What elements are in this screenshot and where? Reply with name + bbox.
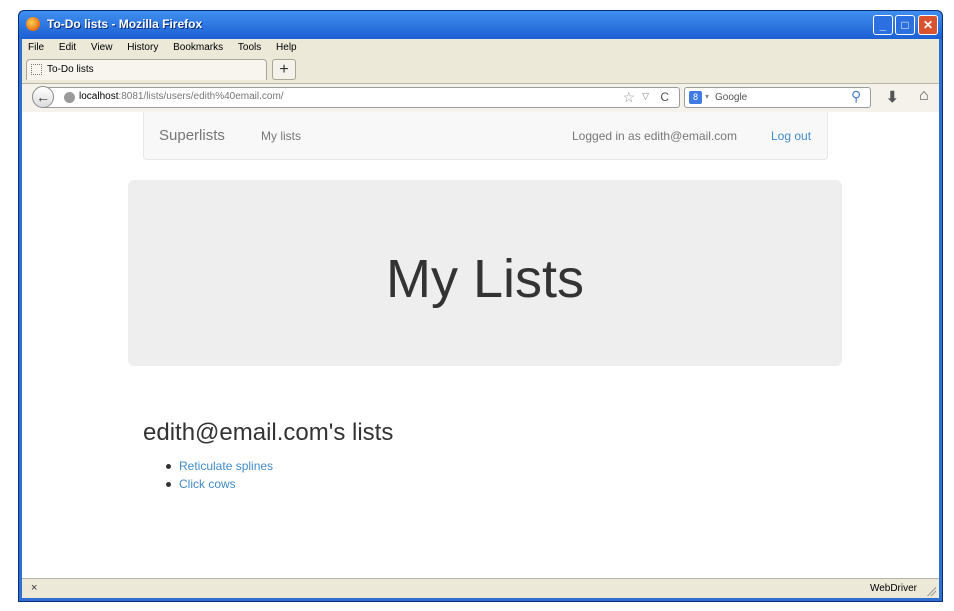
page-title: My Lists <box>385 249 585 309</box>
menu-history[interactable]: History <box>127 39 158 56</box>
bookmark-star-icon[interactable]: ☆ <box>622 89 635 106</box>
navigation-toolbar: localhost:8081/lists/users/edith%40email… <box>22 83 939 113</box>
search-engine-dropdown-icon[interactable]: ▾ <box>705 92 709 101</box>
search-bar[interactable]: 8 ▾ Google <box>684 87 871 108</box>
lists-list: Reticulate splines Click cows <box>166 457 273 493</box>
url-host: localhost <box>79 91 119 102</box>
menu-tools[interactable]: Tools <box>238 39 261 56</box>
list-item-link[interactable]: Click cows <box>166 475 273 493</box>
url-bar[interactable]: localhost:8081/lists/users/edith%40email… <box>44 87 680 108</box>
logged-in-text: Logged in as edith@email.com <box>572 129 737 143</box>
menu-view[interactable]: View <box>91 39 113 56</box>
firefox-icon <box>26 17 40 31</box>
browser-window: To-Do lists - Mozilla Firefox _ □ ✕ File… <box>18 10 943 602</box>
download-icon[interactable]: ⬇ <box>886 88 899 106</box>
tab-label: To-Do lists <box>47 64 94 75</box>
url-text[interactable]: localhost:8081/lists/users/edith%40email… <box>79 91 284 102</box>
back-arrow-icon: ← <box>36 89 50 105</box>
home-icon[interactable]: ⌂ <box>919 87 929 105</box>
menu-help[interactable]: Help <box>276 39 297 56</box>
search-magnifier-icon[interactable]: ⚲ <box>851 88 861 105</box>
site-navbar: Superlists My lists Logged in as edith@e… <box>143 112 828 160</box>
tab-strip: To-Do lists + <box>22 56 939 82</box>
page-favicon-icon <box>31 64 42 75</box>
menu-edit[interactable]: Edit <box>59 39 76 56</box>
menu-file[interactable]: File <box>28 39 44 56</box>
url-dropdown-icon[interactable]: ▽ <box>642 91 649 102</box>
logout-link[interactable]: Log out <box>771 129 811 143</box>
my-lists-link[interactable]: My lists <box>261 129 301 143</box>
brand-link[interactable]: Superlists <box>159 127 225 144</box>
back-button[interactable]: ← <box>32 86 54 108</box>
reload-icon[interactable]: C <box>660 90 669 104</box>
jumbotron: My Lists <box>128 180 842 366</box>
close-icon[interactable]: × <box>31 582 37 594</box>
search-placeholder: Google <box>715 92 748 103</box>
maximize-button[interactable]: □ <box>895 15 915 35</box>
tab-todo-lists[interactable]: To-Do lists <box>26 59 267 80</box>
status-text: WebDriver <box>869 583 917 594</box>
menu-bookmarks[interactable]: Bookmarks <box>173 39 223 56</box>
window-title: To-Do lists - Mozilla Firefox <box>47 17 203 31</box>
title-bar: To-Do lists - Mozilla Firefox _ □ ✕ <box>19 11 942 39</box>
globe-icon <box>64 92 75 103</box>
lists-heading: edith@email.com's lists <box>143 419 394 446</box>
status-bar: × WebDriver <box>22 578 939 598</box>
google-icon[interactable]: 8 <box>689 91 702 104</box>
list-item-link[interactable]: Reticulate splines <box>166 457 273 475</box>
page-viewport: Superlists My lists Logged in as edith@e… <box>22 112 939 579</box>
menu-bar: File Edit View History Bookmarks Tools H… <box>22 39 939 56</box>
url-path: :8081/lists/users/edith%40email.com/ <box>118 91 284 102</box>
minimize-button[interactable]: _ <box>873 15 893 35</box>
resize-grip-icon[interactable] <box>926 586 936 596</box>
new-tab-button[interactable]: + <box>272 59 296 80</box>
browser-chrome: File Edit View History Bookmarks Tools H… <box>22 39 939 598</box>
close-window-button[interactable]: ✕ <box>918 15 938 35</box>
